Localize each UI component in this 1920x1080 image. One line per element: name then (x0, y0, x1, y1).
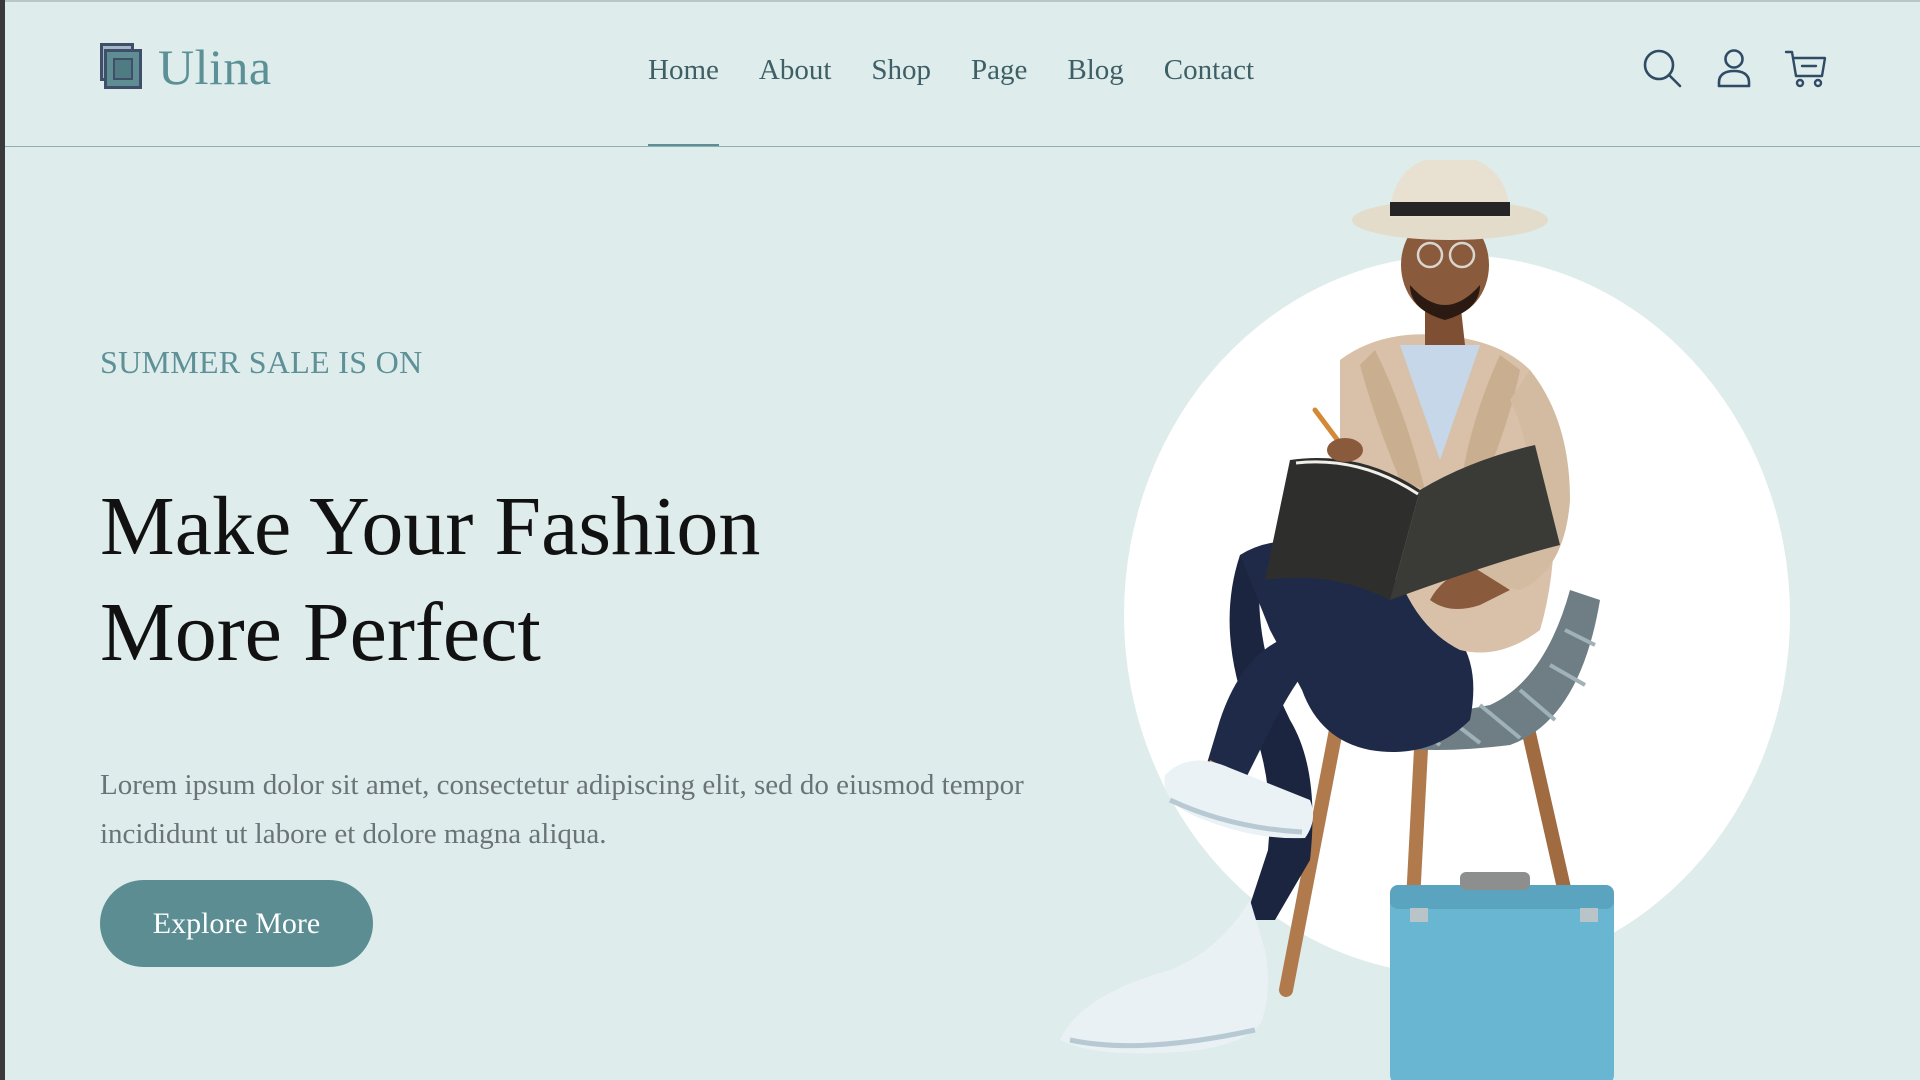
nav-item-blog[interactable]: Blog (1067, 56, 1123, 85)
hero-headline-line1: Make Your Fashion (100, 480, 761, 573)
cart-icon[interactable] (1784, 46, 1828, 90)
user-icon[interactable] (1712, 46, 1756, 90)
hero-kicker: SUMMER SALE IS ON (100, 344, 423, 380)
header-actions (1640, 46, 1828, 90)
nav-item-about[interactable]: About (759, 56, 832, 85)
search-icon[interactable] (1640, 46, 1684, 90)
logo-icon (100, 43, 148, 91)
hero-description: Lorem ipsum dolor sit amet, consectetur … (100, 769, 1024, 850)
nav-item-home[interactable]: Home (648, 56, 719, 146)
page: Ulina Home About Shop Page Blog Contact (0, 0, 1920, 1080)
hero-model-image (1040, 160, 1700, 1080)
hero-headline: Make Your Fashion More Perfect (100, 474, 760, 686)
brand-logo[interactable]: Ulina (100, 42, 272, 92)
site-header: Ulina Home About Shop Page Blog Contact (5, 0, 1920, 147)
hero-headline-line2: More Perfect (100, 586, 541, 679)
brand-name: Ulina (158, 39, 272, 95)
nav-item-contact[interactable]: Contact (1164, 56, 1254, 85)
explore-more-button[interactable]: Explore More (100, 880, 373, 967)
main-nav: Home About Shop Page Blog Contact (648, 56, 1254, 146)
window-left-edge (0, 0, 5, 1080)
nav-item-page[interactable]: Page (971, 56, 1027, 85)
nav-item-shop[interactable]: Shop (871, 56, 931, 85)
